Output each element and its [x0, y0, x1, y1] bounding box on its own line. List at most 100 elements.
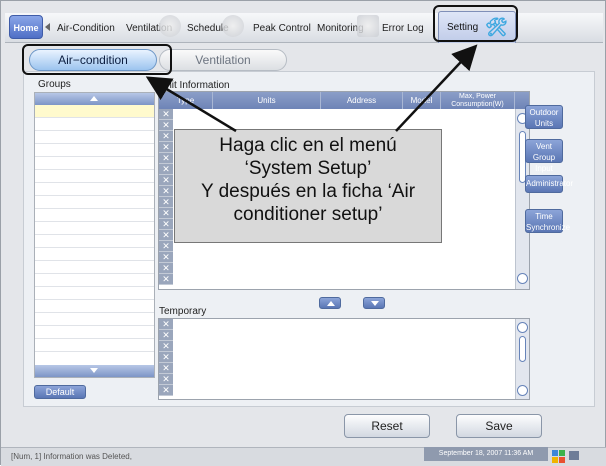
arrow-down-icon — [371, 301, 379, 306]
default-button[interactable]: Default — [34, 385, 86, 399]
save-label: Save — [485, 419, 513, 433]
scroll-thumb[interactable] — [519, 336, 526, 362]
list-item[interactable] — [35, 287, 154, 300]
table-delete-icon[interactable]: ✕ — [159, 164, 173, 175]
list-item[interactable] — [35, 339, 154, 352]
nav-air-condition[interactable]: Air-Condition — [57, 23, 115, 34]
table-delete-icon[interactable]: ✕ — [159, 142, 173, 153]
ventilation-icon — [159, 15, 181, 37]
temporary-title: Temporary — [159, 306, 207, 317]
monitoring-icon — [357, 15, 379, 37]
callout-line: conditioner setup’ — [233, 204, 383, 225]
move-up-button[interactable] — [319, 297, 341, 309]
status-icon — [552, 450, 558, 456]
table-delete-icon[interactable]: ✕ — [159, 374, 173, 385]
col-address: Address — [321, 92, 403, 109]
list-item[interactable] — [35, 131, 154, 144]
col-max-power: Max, Power Consumption(W) — [441, 92, 515, 109]
instruction-callout: Haga clic en el menú ‘System Setup’ Y de… — [174, 129, 442, 243]
scroll-down-icon — [90, 368, 98, 373]
temporary-scrollbar[interactable] — [515, 319, 529, 399]
groups-scroll-down[interactable] — [35, 365, 154, 377]
default-button-label: Default — [45, 387, 75, 397]
status-icon — [559, 457, 565, 463]
move-down-button[interactable] — [363, 297, 385, 309]
table-delete-icon[interactable]: ✕ — [159, 263, 173, 274]
vent-group-input-label: Vent Group Input — [532, 142, 556, 173]
scroll-down-icon[interactable] — [517, 273, 528, 284]
home-button[interactable]: Home — [9, 15, 43, 39]
table-delete-icon[interactable]: ✕ — [159, 153, 173, 164]
table-delete-icon[interactable]: ✕ — [159, 109, 173, 120]
setting-highlight — [433, 5, 518, 42]
list-item[interactable] — [35, 235, 154, 248]
table-delete-icon[interactable]: ✕ — [159, 352, 173, 363]
table-delete-icon[interactable]: ✕ — [159, 274, 173, 285]
unit-info-scrollbar[interactable] — [515, 109, 529, 289]
outdoor-units-label: Outdoor Units — [529, 108, 559, 128]
status-message: [Num, 1] Information was Deleted, — [11, 452, 132, 461]
list-item[interactable] — [35, 144, 154, 157]
air-condition-highlight — [22, 44, 172, 75]
schedule-icon — [222, 15, 244, 37]
table-delete-icon[interactable]: ✕ — [159, 186, 173, 197]
list-item[interactable] — [35, 105, 154, 118]
table-delete-icon[interactable]: ✕ — [159, 341, 173, 352]
table-delete-icon[interactable]: ✕ — [159, 230, 173, 241]
list-item[interactable] — [35, 209, 154, 222]
callout-line: Y después en la ficha ‘Air — [200, 181, 416, 202]
list-item[interactable] — [35, 157, 154, 170]
save-button[interactable]: Save — [456, 414, 542, 438]
groups-scroll-up[interactable] — [35, 93, 154, 105]
table-delete-icon[interactable]: ✕ — [159, 385, 173, 396]
groups-list[interactable] — [34, 92, 155, 378]
nav-left-arrow-icon[interactable] — [45, 23, 50, 31]
table-delete-icon[interactable]: ✕ — [159, 219, 173, 230]
table-delete-icon[interactable]: ✕ — [159, 131, 173, 142]
list-item[interactable] — [35, 300, 154, 313]
list-item[interactable] — [35, 313, 154, 326]
col-units: Units — [213, 92, 321, 109]
administrator-button[interactable]: Administrator — [525, 175, 573, 193]
time-synchronize-button[interactable]: Time Synchronize — [525, 209, 570, 233]
table-delete-icon[interactable]: ✕ — [159, 363, 173, 374]
scroll-up-icon — [90, 96, 98, 101]
scroll-down-icon[interactable] — [517, 385, 528, 396]
nav-error-log[interactable]: Error Log — [382, 23, 424, 34]
table-delete-icon[interactable]: ✕ — [159, 241, 173, 252]
delete-column: ✕ ✕ ✕ ✕ ✕ ✕ ✕ — [159, 319, 173, 396]
table-delete-icon[interactable]: ✕ — [159, 252, 173, 263]
table-delete-icon[interactable]: ✕ — [159, 319, 173, 330]
list-item[interactable] — [35, 248, 154, 261]
temporary-table: ✕ ✕ ✕ ✕ ✕ ✕ ✕ — [158, 318, 530, 400]
list-item[interactable] — [35, 261, 154, 274]
arrow-up-icon — [327, 301, 335, 306]
vent-group-input-button[interactable]: Vent Group Input — [525, 139, 563, 173]
status-icon — [559, 450, 565, 456]
table-delete-icon[interactable]: ✕ — [159, 197, 173, 208]
list-item[interactable] — [35, 170, 154, 183]
tab-ventilation[interactable]: Ventilation — [159, 49, 287, 71]
table-delete-icon[interactable]: ✕ — [159, 330, 173, 341]
network-icon — [569, 451, 579, 460]
scroll-up-icon[interactable] — [517, 322, 528, 333]
nav-peak-control[interactable]: Peak Control — [253, 23, 311, 34]
table-delete-icon[interactable]: ✕ — [159, 120, 173, 131]
delete-column: ✕ ✕ ✕ ✕ ✕ ✕ ✕ ✕ ✕ ✕ ✕ ✕ ✕ ✕ ✕ ✕ — [159, 109, 173, 285]
outdoor-units-button[interactable]: Outdoor Units — [525, 105, 563, 129]
unit-info-title: Unit Information — [159, 80, 230, 91]
reset-button[interactable]: Reset — [344, 414, 430, 438]
list-item[interactable] — [35, 274, 154, 287]
list-item[interactable] — [35, 222, 154, 235]
list-item[interactable] — [35, 326, 154, 339]
list-item[interactable] — [35, 196, 154, 209]
table-delete-icon[interactable]: ✕ — [159, 208, 173, 219]
table-delete-icon[interactable]: ✕ — [159, 175, 173, 186]
list-item[interactable] — [35, 118, 154, 131]
col-model: Model — [403, 92, 441, 109]
list-item[interactable] — [35, 183, 154, 196]
status-icon — [552, 457, 558, 463]
callout-line: Haga clic en el menú — [219, 135, 397, 156]
status-datetime: September 18, 2007 11:36 AM — [424, 447, 548, 461]
reset-label: Reset — [371, 419, 403, 433]
